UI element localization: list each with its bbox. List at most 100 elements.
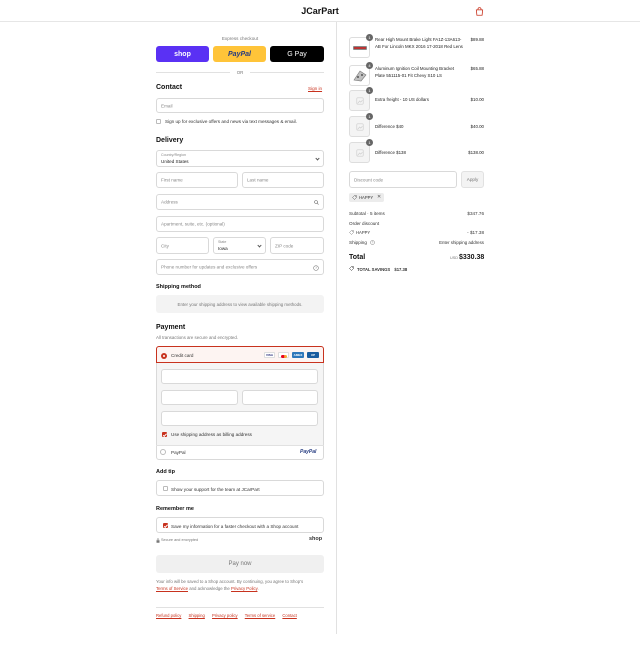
shipping-link[interactable]: Shipping xyxy=(189,613,205,618)
phone-field[interactable]: Phone number for updates and exclusive o… xyxy=(156,259,324,275)
expiration-field[interactable] xyxy=(161,390,238,405)
security-code-field[interactable] xyxy=(242,390,318,405)
apply-label: Apply xyxy=(466,177,479,182)
shipping-value: Enter shipping address xyxy=(439,240,484,245)
shipping-method-heading: Shipping method xyxy=(156,284,201,290)
city-field[interactable]: City xyxy=(156,237,209,254)
paypal-express-button[interactable]: PayPal xyxy=(213,46,266,62)
sign-in-link[interactable]: Sign in xyxy=(308,86,322,91)
tip-heading: Add tip xyxy=(156,469,175,475)
privacy-link[interactable]: Privacy Policy xyxy=(231,586,257,591)
pay-now-button[interactable]: Pay now xyxy=(156,555,324,573)
discount-value: - $17.38 xyxy=(467,230,484,235)
email-field[interactable]: Email xyxy=(156,98,324,113)
contact-link[interactable]: Contact xyxy=(282,613,296,618)
terms-of-service-link[interactable]: Terms of service xyxy=(245,613,275,618)
remember-heading: Remember me xyxy=(156,506,194,512)
visa-icon: VISA xyxy=(264,352,275,358)
order-discount-label: Order discount xyxy=(349,221,380,226)
mastercard-icon xyxy=(278,352,289,358)
paypal-express-label: PayPal xyxy=(228,50,251,58)
radio-dot xyxy=(163,354,165,357)
item-price: $10.00 xyxy=(470,97,484,102)
remember-label: Save my information for a faster checkou… xyxy=(171,523,299,529)
tag-icon xyxy=(352,195,357,200)
first-name-placeholder: First name xyxy=(161,177,183,183)
amex-icon: AMEX xyxy=(292,352,304,358)
city-placeholder: City xyxy=(161,243,169,248)
total-label: Total xyxy=(349,254,366,261)
tip-label: Show your support for the team at JCarPa… xyxy=(171,486,260,492)
remember-option[interactable]: Save my information for a faster checkou… xyxy=(156,517,324,533)
express-checkout-title: Express checkout xyxy=(221,36,259,41)
last-name-placeholder: Last name xyxy=(247,177,269,183)
store-logo[interactable]: JCarPart xyxy=(0,6,640,16)
footer-divider xyxy=(156,607,324,608)
close-icon[interactable]: ✕ xyxy=(377,194,381,200)
zip-field[interactable]: ZIP code xyxy=(270,237,324,254)
address-field[interactable]: Address xyxy=(156,194,324,210)
help-icon[interactable]: ? xyxy=(370,240,375,245)
chevron-down-icon xyxy=(315,155,320,161)
or-label: OR xyxy=(236,70,244,75)
terms-link[interactable]: Terms of Service xyxy=(156,586,188,591)
secure-label: Secure and encrypted xyxy=(161,538,199,542)
svg-text:?: ? xyxy=(372,241,374,245)
payment-divider xyxy=(156,445,324,446)
subtotal-value: $347.76 xyxy=(467,211,484,216)
image-placeholder-icon xyxy=(356,149,364,157)
remember-checkbox[interactable] xyxy=(163,523,168,528)
tip-option[interactable]: Show your support for the team at JCarPa… xyxy=(156,480,324,496)
discount-code-field[interactable]: Discount code xyxy=(349,171,457,188)
credit-card-option[interactable]: Credit card VISA AMEX UP xyxy=(156,346,324,363)
apartment-field[interactable]: Apartment, suite, etc. (optional) xyxy=(156,216,324,232)
discount-tag: HAPPY ✕ xyxy=(349,193,384,202)
order-summary: 1 Rear High Mount Brake Light FA1Z-13A61… xyxy=(337,22,640,634)
or-divider-left xyxy=(156,72,230,73)
card-number-field[interactable] xyxy=(161,369,318,384)
item-price: $89.88 xyxy=(470,37,484,42)
currency-label: USD xyxy=(450,256,459,260)
first-name-field[interactable]: First name xyxy=(156,172,238,188)
discount-tag-label: HAPPY xyxy=(359,195,374,200)
shipping-label: Shipping xyxy=(349,240,367,245)
unionpay-icon: UP xyxy=(307,352,319,358)
google-pay-button[interactable]: G Pay xyxy=(270,46,324,62)
chevron-down-icon xyxy=(257,242,262,248)
bracket-image xyxy=(353,70,367,82)
apply-button[interactable]: Apply xyxy=(461,171,484,188)
country-select[interactable]: Country/Region United States xyxy=(156,150,324,167)
privacy-policy-link[interactable]: Privacy policy xyxy=(212,613,238,618)
refund-policy-link[interactable]: Refund policy xyxy=(156,613,181,618)
state-value: Iowa xyxy=(218,246,228,251)
offers-checkbox[interactable] xyxy=(156,119,161,124)
paypal-logo: PayPal xyxy=(300,448,317,455)
item-quantity-badge: 4 xyxy=(366,62,373,69)
payment-heading: Payment xyxy=(156,324,186,331)
item-quantity-badge: 1 xyxy=(366,34,373,41)
tip-checkbox[interactable] xyxy=(163,486,168,491)
savings-value: $17.38 xyxy=(394,266,408,272)
paypal-radio[interactable] xyxy=(160,449,166,455)
total-value: $330.38 xyxy=(459,254,485,261)
billing-label: Use shipping address as billing address xyxy=(171,432,252,437)
state-select[interactable]: State Iowa xyxy=(213,237,266,254)
shop-pay-label: shop xyxy=(174,50,191,58)
contact-heading: Contact xyxy=(156,84,183,91)
item-price: $65.88 xyxy=(470,66,484,71)
legal-text: Your info will be saved to a Shop accoun… xyxy=(156,578,328,592)
shop-pay-button[interactable]: shop xyxy=(156,46,209,62)
subtotal-label: Subtotal · 5 items xyxy=(349,211,385,216)
last-name-field[interactable]: Last name xyxy=(242,172,324,188)
payment-subtitle: All transactions are secure and encrypte… xyxy=(156,335,239,340)
help-icon[interactable]: ? xyxy=(313,264,319,271)
name-on-card-field[interactable] xyxy=(161,411,318,426)
item-price: $40.00 xyxy=(470,124,484,129)
lock-icon xyxy=(156,538,160,543)
tag-icon xyxy=(349,230,354,235)
billing-checkbox[interactable] xyxy=(162,432,167,437)
radio-selected[interactable] xyxy=(161,352,167,359)
shopping-bag-icon[interactable] xyxy=(475,7,484,16)
total-savings: TOTAL SAVINGS $17.38 xyxy=(357,267,407,272)
google-pay-label: G Pay xyxy=(287,50,307,58)
